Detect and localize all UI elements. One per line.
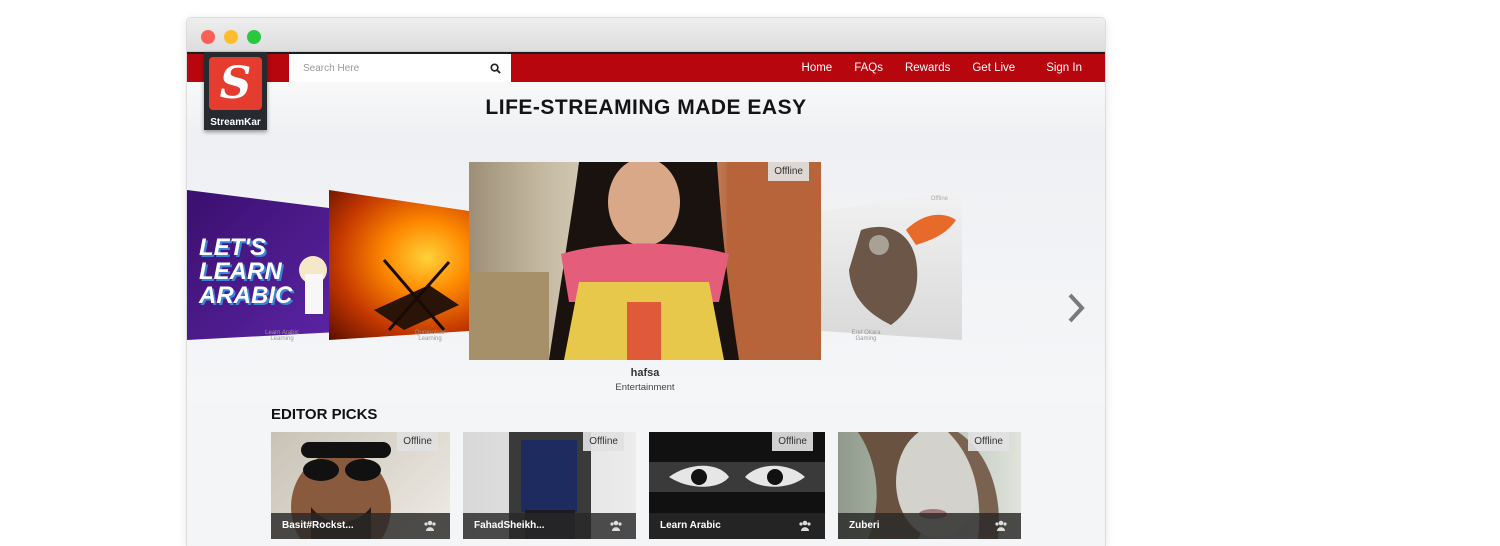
pick-footer: Zuberi	[838, 513, 1021, 539]
minimize-window-button[interactable]	[224, 30, 238, 44]
side-card-category: Gaming	[855, 336, 877, 342]
pick-footer: FahadSheikh...	[463, 513, 636, 539]
users-icon	[995, 520, 1007, 531]
users-icon	[799, 520, 811, 531]
search-input[interactable]	[289, 54, 479, 82]
pick-footer: Basit#Rockst...	[271, 513, 450, 539]
pick-name: Learn Arabic	[660, 520, 721, 531]
maximize-window-button[interactable]	[247, 30, 261, 44]
status-badge: Offline	[930, 196, 948, 202]
search-bar	[289, 54, 511, 82]
side-card-category: Learning	[270, 336, 294, 342]
main-card-name: hafsa	[630, 367, 660, 379]
status-badge: Offline	[583, 432, 624, 451]
editor-picks-title: EDITOR PICKS	[271, 406, 378, 423]
editor-pick-card[interactable]: Offline Learn Arabic	[649, 432, 825, 539]
hero-title: LIFE-STREAMING MADE EASY	[187, 82, 1105, 134]
warrior-thumbnail	[849, 214, 956, 325]
pick-name: Basit#Rockst...	[282, 520, 354, 531]
carousel-card-warrior[interactable]: Offline	[821, 190, 962, 340]
nav-get-live[interactable]: Get Live	[961, 62, 1026, 74]
learn-arabic-image-text: LET'S LEARN ARABIC	[199, 234, 293, 309]
main-card-category: Entertainment	[615, 382, 675, 393]
editor-pick-card[interactable]: Offline FahadSheikh...	[463, 432, 636, 539]
nav-menu: Home FAQs Rewards Get Live Sign In	[791, 54, 1093, 82]
status-badge: Offline	[397, 432, 438, 451]
pick-footer: Learn Arabic	[649, 513, 825, 539]
browser-window: S StreamKar Home FAQs Rewards Get Live S…	[187, 18, 1105, 546]
carousel-card-quran[interactable]	[329, 190, 469, 340]
users-icon	[424, 520, 436, 531]
logo-text: StreamKar	[210, 117, 261, 128]
chevron-right-icon[interactable]	[1065, 292, 1087, 324]
streamkar-logo[interactable]: S StreamKar	[204, 52, 267, 130]
hafsa-thumbnail	[469, 162, 821, 360]
logo-glyph: S	[209, 57, 262, 110]
status-badge: Offline	[772, 432, 813, 451]
side-card-category: Learning	[418, 336, 442, 342]
status-badge: Offline	[768, 162, 809, 181]
search-icon	[489, 62, 501, 74]
window-titlebar	[187, 18, 1105, 52]
carousel-main-card[interactable]: Offline	[469, 162, 821, 360]
nav-faqs[interactable]: FAQs	[843, 62, 894, 74]
featured-carousel: LET'S LEARN ARABIC Learn Arabic Learning…	[187, 134, 1105, 402]
carousel-card-learn-arabic[interactable]: LET'S LEARN ARABIC	[187, 190, 329, 340]
close-window-button[interactable]	[201, 30, 215, 44]
nav-rewards[interactable]: Rewards	[894, 62, 961, 74]
sign-in-link[interactable]: Sign In	[1026, 62, 1093, 74]
nav-home[interactable]: Home	[791, 62, 844, 74]
users-icon	[610, 520, 622, 531]
editor-pick-card[interactable]: Offline Basit#Rockst...	[271, 432, 450, 539]
quran-thumbnail	[374, 259, 459, 331]
editor-pick-card[interactable]: Offline Zuberi	[838, 432, 1021, 539]
pick-name: Zuberi	[849, 520, 880, 531]
search-button[interactable]	[479, 54, 511, 82]
status-badge: Offline	[968, 432, 1009, 451]
pick-name: FahadSheikh...	[474, 520, 545, 531]
